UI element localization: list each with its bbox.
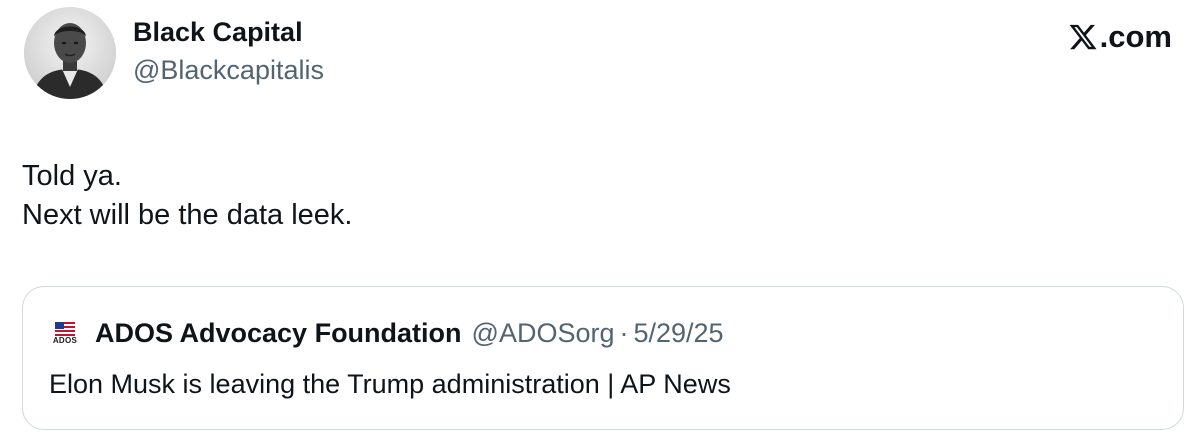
tweet-text: Told ya. Next will be the data leek. <box>22 157 352 235</box>
site-mark-suffix: .com <box>1099 19 1172 54</box>
quoted-tweet-header: ADOS ADOS Advocacy Foundation @ADOSorg ·… <box>49 317 724 349</box>
tweet-text-line: Told ya. <box>22 160 122 192</box>
flag-icon <box>55 321 75 336</box>
author-avatar[interactable] <box>24 7 116 99</box>
dot-separator: · <box>619 317 629 348</box>
tweet-text-line: Next will be the data leek. <box>22 199 353 231</box>
quoted-author-avatar[interactable]: ADOS <box>49 317 81 349</box>
x-logo-icon <box>1069 24 1097 50</box>
author-display-name[interactable]: Black Capital <box>133 17 303 48</box>
quoted-tweet-text: Elon Musk is leaving the Trump administr… <box>49 369 731 399</box>
quoted-tweet-date[interactable]: 5/29/25 <box>633 318 723 349</box>
tweet-card: Black Capital @Blackcapitalis .com Told … <box>0 0 1200 440</box>
site-mark[interactable]: .com <box>1068 19 1172 55</box>
quoted-tweet[interactable]: ADOS ADOS Advocacy Foundation @ADOSorg ·… <box>22 286 1184 430</box>
portrait-photo-avatar <box>24 7 116 99</box>
author-handle[interactable]: @Blackcapitalis <box>133 55 324 86</box>
quoted-author-handle[interactable]: @ADOSorg <box>472 318 615 349</box>
quoted-author-name[interactable]: ADOS Advocacy Foundation <box>95 318 462 349</box>
quoted-avatar-logo-text: ADOS <box>52 335 78 345</box>
